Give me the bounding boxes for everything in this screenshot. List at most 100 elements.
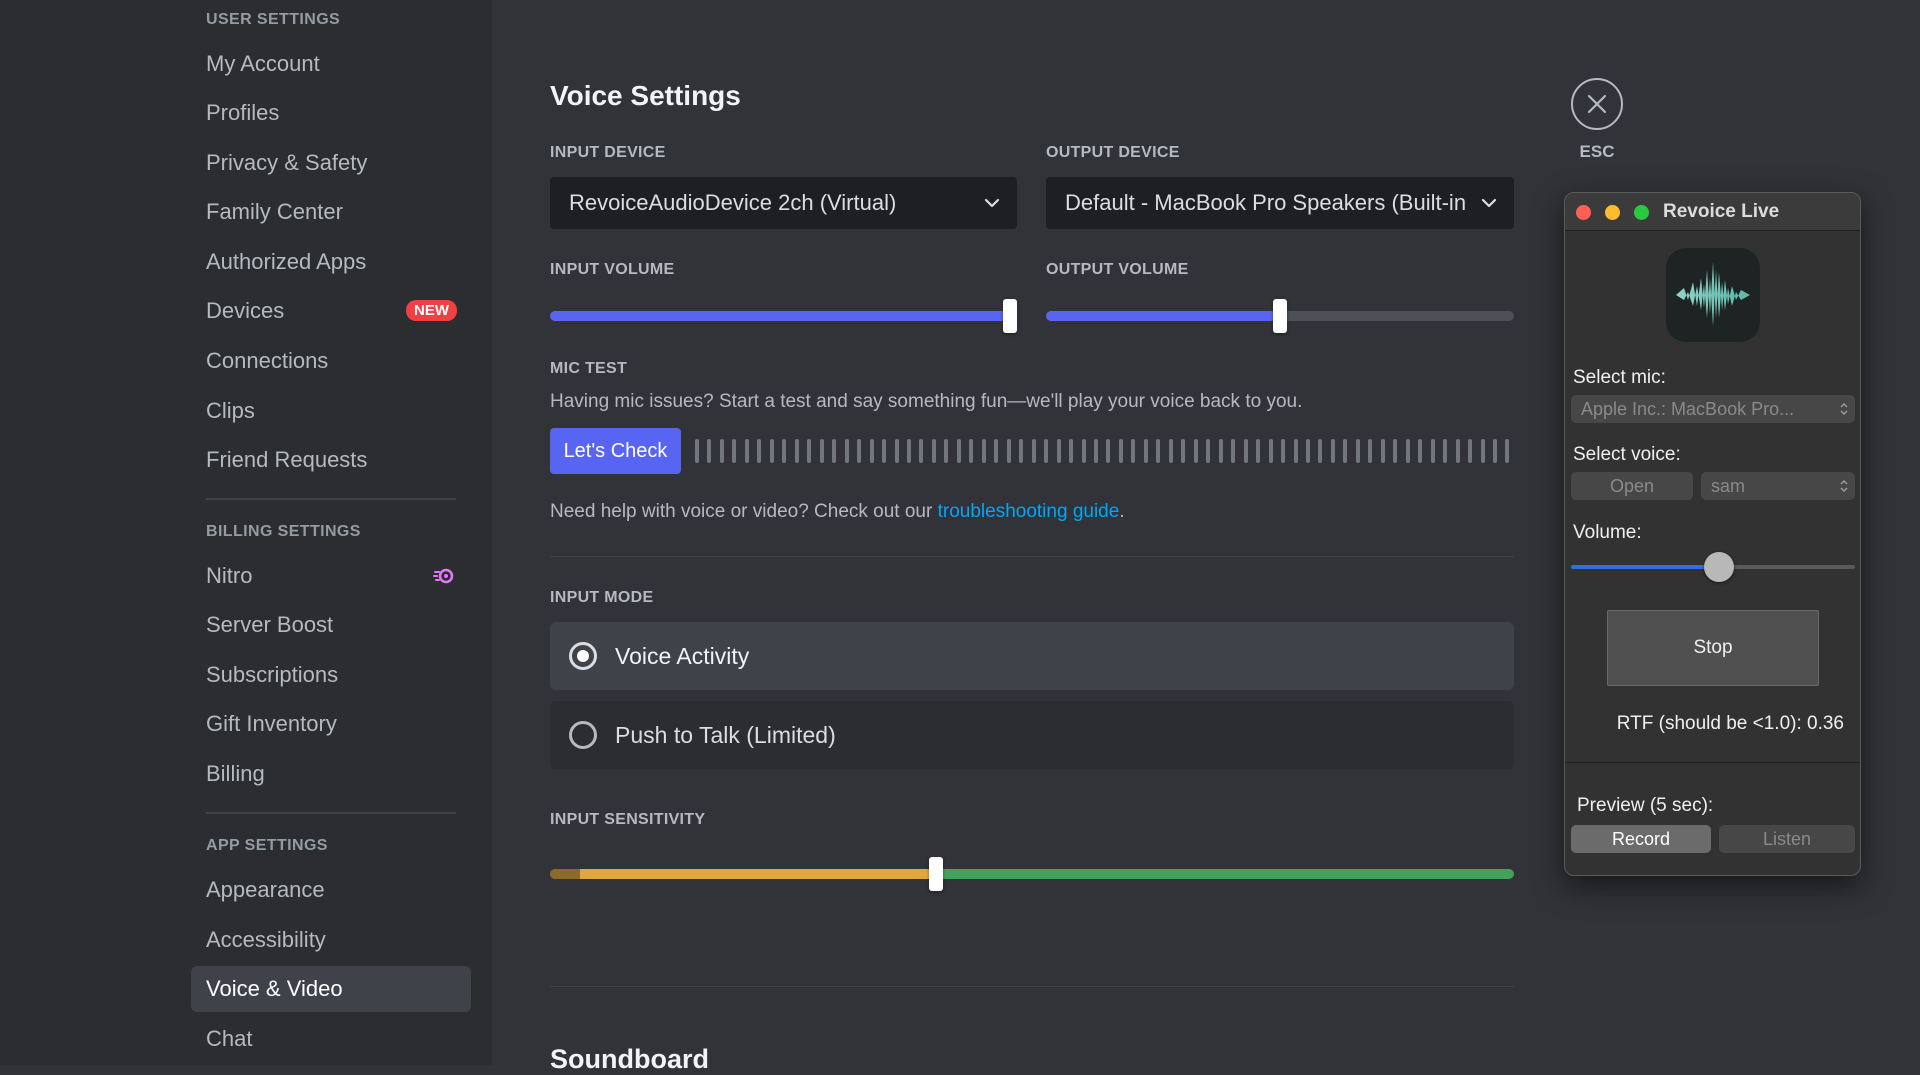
sidebar-item-label: Privacy & Safety [206,150,368,175]
mic-level-bar [882,439,887,463]
window-titlebar[interactable]: Revoice Live [1565,193,1860,231]
mic-level-bar [1368,439,1373,463]
select-voice-label: Select voice: [1573,444,1681,465]
output-device-select[interactable]: Default - MacBook Pro Speakers (Built-in… [1046,177,1514,229]
output-volume-slider[interactable] [1046,299,1514,333]
sidebar-divider [206,498,456,500]
mic-level-bar [1156,439,1161,463]
mic-level-bar [1081,439,1086,463]
sidebar-item-voice-video[interactable]: Voice & Video [191,966,471,1012]
sidebar-item-label: Voice & Video [206,976,343,1001]
sidebar-item-appearance[interactable]: Appearance [191,867,471,913]
radio-unselected-icon [569,721,597,749]
sidebar-item-authorized-apps[interactable]: Authorized Apps [191,239,471,285]
mic-level-bar [1330,439,1335,463]
mic-level-bar [1031,439,1036,463]
input-sensitivity-label: INPUT SENSITIVITY [550,811,706,828]
input-sensitivity-slider[interactable] [550,857,1514,891]
mic-level-bar [1106,439,1111,463]
voice-select-value: sam [1711,475,1746,496]
sidebar-item-devices[interactable]: Devices NEW [191,288,471,334]
sidebar-item-label: Accessibility [206,927,326,952]
mic-level-bar [1468,439,1473,463]
mic-level-bar [744,439,749,463]
input-device-label: INPUT DEVICE [550,144,666,161]
volume-slider-fill [1571,565,1719,569]
sidebar-item-label: Devices [206,298,285,323]
input-volume-handle[interactable] [1002,299,1017,333]
input-mode-label: INPUT MODE [550,589,654,606]
close-button[interactable] [1571,78,1623,130]
rtf-readout: RTF (should be <1.0): 0.36 [1616,713,1844,734]
sensitivity-low-segment [580,869,936,879]
sidebar-item-label: Nitro [206,563,253,588]
nitro-icon [433,568,454,584]
sidebar-item-profiles[interactable]: Profiles [191,90,471,136]
mic-level-bar [1218,439,1223,463]
push-to-talk-option[interactable]: Push to Talk (Limited) [550,701,1514,769]
output-device-value: Default - MacBook Pro Speakers (Built-in… [1065,190,1465,215]
output-volume-label: OUTPUT VOLUME [1046,261,1189,278]
stop-button[interactable]: Stop [1607,610,1819,686]
record-button[interactable]: Record [1571,825,1711,853]
output-volume-handle[interactable] [1273,299,1287,333]
mic-level-bar [944,439,949,463]
mic-level-bar [732,439,737,463]
voice-activity-label: Voice Activity [615,642,750,669]
chevron-down-icon [984,198,1000,208]
sidebar-item-privacy-safety[interactable]: Privacy & Safety [191,140,471,186]
mic-level-bar [1006,439,1011,463]
volume-slider-knob[interactable] [1703,552,1734,582]
help-text: Need help with voice or video? Check out… [550,501,1125,523]
sidebar-item-subscriptions[interactable]: Subscriptions [191,652,471,698]
output-device-label: OUTPUT DEVICE [1046,144,1180,161]
minimize-window-icon[interactable] [1605,205,1620,220]
mic-select[interactable]: Apple Inc.: MacBook Pro... [1571,395,1855,423]
sidebar-item-billing[interactable]: Billing [191,751,471,797]
billing-settings-header: BILLING SETTINGS [206,523,361,540]
open-button[interactable]: Open [1571,472,1693,500]
sidebar-divider [206,812,456,814]
input-volume-label: INPUT VOLUME [550,261,675,278]
sidebar-item-chat[interactable]: Chat [191,1016,471,1062]
mic-level-bar [969,439,974,463]
updown-chevron-icon [1840,402,1848,416]
mic-level-bar [1443,439,1448,463]
sidebar-item-my-account[interactable]: My Account [191,41,471,87]
sidebar-item-nitro[interactable]: Nitro [191,553,471,599]
sidebar-item-connections[interactable]: Connections [191,338,471,384]
input-device-select[interactable]: RevoiceAudioDevice 2ch (Virtual) [550,177,1017,229]
listen-button[interactable]: Listen [1719,825,1855,853]
mic-level-bar [894,439,899,463]
mic-level-bar [832,439,837,463]
help-text-prefix: Need help with voice or video? Check out… [550,501,938,522]
zoom-window-icon[interactable] [1634,205,1649,220]
voice-activity-option[interactable]: Voice Activity [550,622,1514,690]
close-window-icon[interactable] [1576,205,1591,220]
mic-level-bar [919,439,924,463]
mic-level-bar [1193,439,1198,463]
input-sensitivity-handle[interactable] [928,857,943,891]
sidebar-item-label: Authorized Apps [206,249,367,274]
app-settings-header: APP SETTINGS [206,837,328,854]
sidebar-item-clips[interactable]: Clips [191,388,471,434]
mic-level-bar [1044,439,1049,463]
input-volume-fill [550,311,1010,321]
voice-select[interactable]: sam [1701,472,1855,500]
troubleshooting-guide-link[interactable]: troubleshooting guide [938,501,1120,522]
lets-check-button[interactable]: Let's Check [550,428,681,474]
sidebar-item-gift-inventory[interactable]: Gift Inventory [191,701,471,747]
mic-level-bar [1455,439,1460,463]
input-volume-slider[interactable] [550,299,1017,333]
page-title: Voice Settings [550,80,741,111]
mic-level-bar [844,439,849,463]
sidebar-item-family-center[interactable]: Family Center [191,189,471,235]
mic-level-bar [1256,439,1261,463]
mic-level-bar [819,439,824,463]
mic-level-bar [757,439,762,463]
volume-slider[interactable] [1571,552,1855,582]
sidebar-item-accessibility[interactable]: Accessibility [191,917,471,963]
sidebar-item-server-boost[interactable]: Server Boost [191,602,471,648]
mic-level-bar [1393,439,1398,463]
sidebar-item-friend-requests[interactable]: Friend Requests [191,437,471,483]
